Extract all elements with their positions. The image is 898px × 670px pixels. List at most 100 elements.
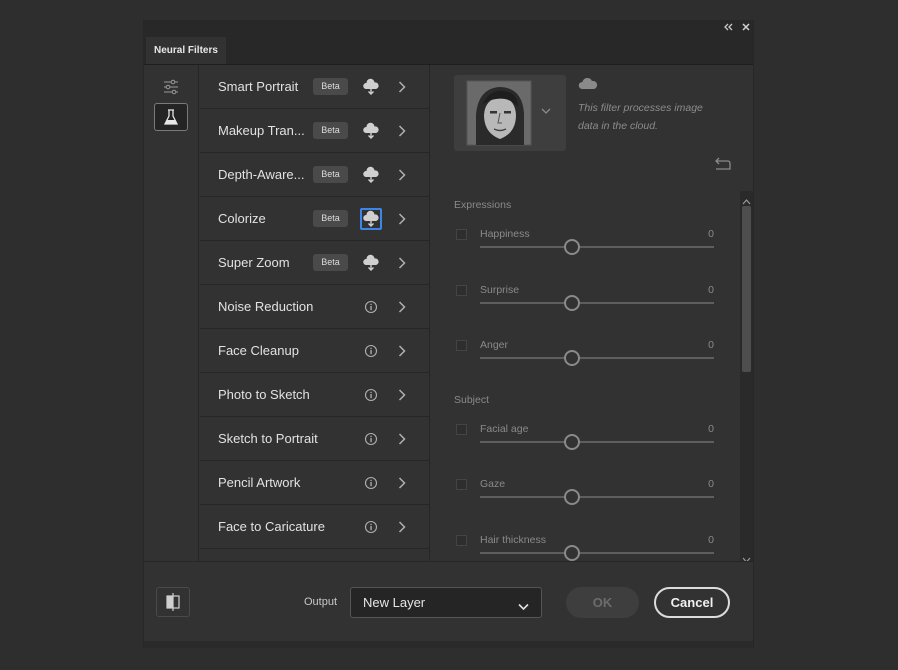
control-value: 0 — [708, 478, 714, 490]
control-hair-thickness: Hair thickness 0 — [454, 534, 714, 561]
filter-row-photo-to-sketch[interactable]: Photo to Sketch — [200, 373, 429, 417]
control-value: 0 — [708, 423, 714, 435]
scrollbar-thumb[interactable] — [742, 206, 751, 372]
slider-track[interactable] — [480, 357, 714, 359]
chevron-right-icon[interactable] — [398, 388, 406, 406]
chevron-right-icon[interactable] — [398, 80, 406, 98]
checkbox[interactable] — [456, 535, 467, 546]
output-select[interactable]: New Layer — [350, 587, 542, 618]
control-happiness: Happiness 0 — [454, 228, 714, 279]
chevron-right-icon[interactable] — [398, 476, 406, 494]
filter-label: Face to Caricature — [218, 519, 325, 534]
info-icon[interactable] — [364, 432, 378, 451]
cloud-download-icon[interactable] — [360, 164, 382, 186]
section-title-subject: Subject — [454, 394, 490, 406]
info-icon[interactable] — [364, 300, 378, 319]
slider-knob[interactable] — [564, 545, 580, 561]
filter-row-partial[interactable] — [200, 549, 429, 561]
detail-scrollbar[interactable] — [740, 191, 753, 561]
chevron-right-icon[interactable] — [398, 124, 406, 142]
slider-knob[interactable] — [564, 489, 580, 505]
left-rail — [144, 65, 199, 561]
filter-label: Sketch to Portrait — [218, 431, 318, 446]
control-label: Surprise — [480, 284, 520, 296]
filter-row-depth-aware[interactable]: Depth-Aware... Beta — [200, 153, 429, 197]
chevron-right-icon[interactable] — [398, 300, 406, 318]
checkbox[interactable] — [456, 479, 467, 490]
control-value: 0 — [708, 228, 714, 240]
control-label: Happiness — [480, 228, 530, 240]
filter-row-makeup-transfer[interactable]: Makeup Tran... Beta — [200, 109, 429, 153]
info-icon[interactable] — [364, 520, 378, 539]
checkbox[interactable] — [456, 340, 467, 351]
resize-grip[interactable] — [144, 641, 753, 648]
control-value: 0 — [708, 534, 714, 546]
filter-label: Face Cleanup — [218, 343, 299, 358]
double-chevron-left-icon[interactable] — [723, 22, 733, 36]
filter-row-smart-portrait[interactable]: Smart Portrait Beta — [200, 65, 429, 109]
filter-row-sketch-to-portrait[interactable]: Sketch to Portrait — [200, 417, 429, 461]
cloud-icon — [578, 77, 598, 96]
control-surprise: Surprise 0 — [454, 284, 714, 335]
section-title-expressions: Expressions — [454, 199, 512, 211]
filter-label: Noise Reduction — [218, 299, 314, 314]
cloud-download-icon[interactable] — [360, 120, 382, 142]
checkbox[interactable] — [456, 229, 467, 240]
filter-row-super-zoom[interactable]: Super Zoom Beta — [200, 241, 429, 285]
filter-label: Pencil Artwork — [218, 475, 301, 490]
chevron-right-icon[interactable] — [398, 256, 406, 274]
slider-track[interactable] — [480, 496, 714, 498]
slider-knob[interactable] — [564, 295, 580, 311]
control-anger: Anger 0 — [454, 339, 714, 390]
checkbox[interactable] — [456, 424, 467, 435]
filter-label: Depth-Aware... — [218, 167, 305, 182]
neural-filters-panel: Neural Filters Smart Portrait Beta Makeu… — [143, 20, 754, 648]
slider-track[interactable] — [480, 246, 714, 248]
slider-track[interactable] — [480, 441, 714, 443]
chevron-right-icon[interactable] — [398, 212, 406, 230]
cloud-download-icon[interactable] — [360, 76, 382, 98]
close-icon[interactable] — [741, 22, 751, 36]
portrait-thumbnail — [466, 80, 551, 146]
cloud-download-icon[interactable] — [360, 252, 382, 274]
beaker-icon[interactable] — [154, 103, 188, 131]
sliders-icon[interactable] — [154, 73, 188, 101]
filter-row-face-to-caricature[interactable]: Face to Caricature — [200, 505, 429, 549]
chevron-right-icon[interactable] — [398, 168, 406, 186]
tab-neural-filters[interactable]: Neural Filters — [146, 37, 226, 64]
filter-label: Smart Portrait — [218, 79, 299, 94]
control-label: Hair thickness — [480, 534, 546, 546]
slider-track[interactable] — [480, 302, 714, 304]
output-label: Output — [304, 596, 338, 608]
chevron-right-icon[interactable] — [398, 520, 406, 538]
filter-row-face-cleanup[interactable]: Face Cleanup — [200, 329, 429, 373]
chevron-right-icon[interactable] — [398, 432, 406, 450]
slider-knob[interactable] — [564, 350, 580, 366]
checkbox[interactable] — [456, 285, 467, 296]
filter-row-noise-reduction[interactable]: Noise Reduction — [200, 285, 429, 329]
panel-tab-row: Neural Filters — [144, 37, 753, 65]
beta-badge: Beta — [313, 122, 348, 139]
filter-row-pencil-artwork[interactable]: Pencil Artwork — [200, 461, 429, 505]
chevron-down-icon — [518, 598, 529, 616]
ok-button[interactable]: OK — [566, 587, 639, 618]
compare-button[interactable] — [156, 587, 190, 617]
info-icon[interactable] — [364, 344, 378, 363]
chevron-right-icon[interactable] — [398, 344, 406, 362]
filter-row-colorize[interactable]: Colorize Beta — [200, 197, 429, 241]
slider-track[interactable] — [480, 552, 714, 554]
slider-knob[interactable] — [564, 434, 580, 450]
beta-badge: Beta — [313, 210, 348, 227]
scroll-down-icon[interactable] — [742, 551, 751, 561]
slider-knob[interactable] — [564, 239, 580, 255]
reset-icon[interactable] — [712, 157, 732, 176]
filter-label: Colorize — [218, 211, 266, 226]
filter-label: Super Zoom — [218, 255, 290, 270]
control-gaze: Gaze 0 — [454, 478, 714, 529]
cloud-download-icon[interactable] — [360, 208, 382, 230]
info-icon[interactable] — [364, 388, 378, 407]
info-icon[interactable] — [364, 476, 378, 495]
cancel-button[interactable]: Cancel — [654, 587, 730, 618]
control-label: Gaze — [480, 478, 506, 490]
reference-image-selector[interactable] — [454, 75, 566, 151]
